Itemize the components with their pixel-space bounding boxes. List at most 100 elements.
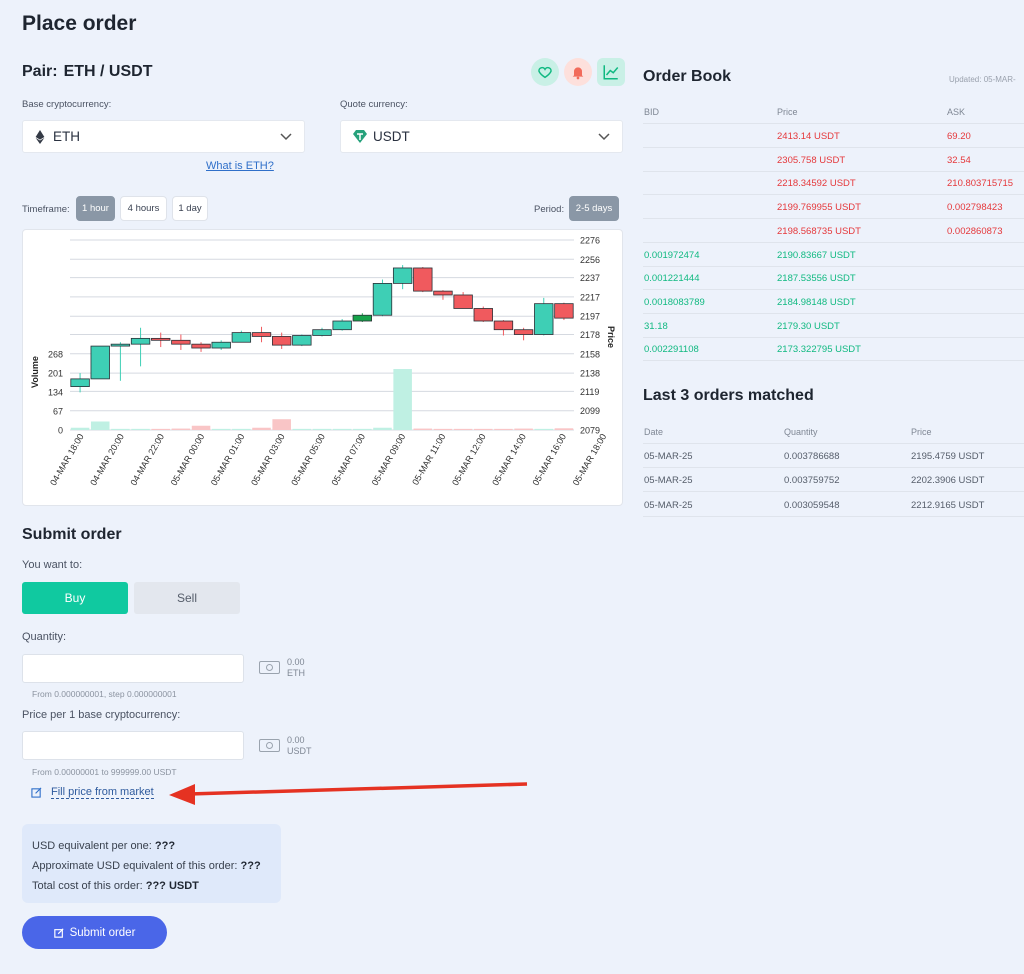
volume-bar	[292, 428, 312, 430]
what-is-eth-link[interactable]: What is ETH?	[206, 160, 274, 172]
want-label: You want to:	[22, 559, 83, 571]
base-currency-select[interactable]: ETH	[22, 120, 305, 153]
chevron-down-icon	[280, 132, 292, 140]
bid-header: BID	[644, 107, 660, 117]
order-book-title: Order Book	[643, 68, 732, 85]
price-axis-title: Price	[606, 326, 616, 348]
order-book-row[interactable]: 2305.758 USDT 32.54	[643, 148, 1024, 172]
candle-body	[332, 320, 352, 331]
candle-body	[171, 339, 191, 345]
price-cell: 2187.53556 USDT	[777, 273, 856, 285]
volume-axis-title: Volume	[30, 356, 40, 388]
price-tick-label: 2138	[580, 369, 600, 379]
price-balance-value: 0.00	[287, 735, 305, 745]
period-label: Period:	[534, 204, 565, 215]
candle-body	[151, 337, 171, 341]
last-order-price: 2212.9165 USDT	[911, 499, 985, 511]
candle-body	[493, 320, 514, 331]
bid-cell: 0.002291108	[644, 344, 699, 356]
candle-body	[392, 267, 413, 284]
last-order-date: 05-MAR-25	[644, 451, 693, 462]
volume-bar	[514, 428, 533, 430]
order-book-row[interactable]: 0.002291108 2173.322795 USDT	[643, 337, 1024, 362]
order-summary: USD equivalent per one: ??? Approximate …	[22, 824, 281, 903]
submit-order-button[interactable]: Submit order	[22, 916, 167, 949]
candle-body	[231, 332, 252, 343]
candle-body	[312, 329, 332, 336]
edit-icon	[31, 787, 42, 798]
order-book-row[interactable]: 2199.769955 USDT 0.002798423	[643, 195, 1024, 220]
x-tick-label: 05-MAR 12:00	[450, 432, 488, 487]
period-select[interactable]: 2-5 days	[569, 196, 619, 221]
price-input[interactable]	[22, 731, 244, 760]
price-chart[interactable]: 2276 2256 2237 2217 2197 2178 2158 2138 2119 2099…	[22, 229, 623, 506]
timeframe-label: Timeframe:	[22, 204, 70, 215]
x-tick-label: 04-MAR 18:00	[48, 432, 86, 487]
last-order-date: 05-MAR-25	[644, 475, 693, 487]
buy-button[interactable]: Buy	[22, 582, 128, 614]
favorite-button[interactable]	[531, 58, 559, 86]
price-tick-label: 2178	[580, 330, 600, 340]
ask-cell: 69.20	[947, 131, 971, 142]
usd-order: Approximate USD equivalent of this order…	[32, 860, 261, 872]
wallet-icon	[259, 739, 280, 752]
volume-bar	[211, 428, 231, 430]
price-tick-label: 2119	[580, 387, 599, 397]
timeframe-1d-button[interactable]: 1 day	[172, 196, 208, 221]
volume-bar	[393, 369, 412, 430]
base-value: ETH	[53, 129, 80, 144]
fill-price-label: Fill price from market	[51, 786, 154, 799]
order-book-row[interactable]: 0.001221444 2187.53556 USDT	[643, 266, 1024, 291]
order-book-row[interactable]: 0.001972474 2190.83667 USDT	[643, 243, 1024, 267]
quote-value: USDT	[373, 129, 410, 144]
submit-icon	[53, 927, 64, 938]
order-book-row[interactable]: 2413.14 USDT 69.20	[643, 124, 1024, 148]
ask-header: ASK	[947, 107, 966, 117]
quote-currency-select[interactable]: USDT	[340, 120, 623, 153]
price-cell: 2218.34592 USDT	[777, 178, 856, 190]
price-tick-label: 2237	[580, 273, 600, 283]
price-cell: 2199.769955 USDT	[777, 202, 861, 214]
order-book-row[interactable]: 31.18 2179.30 USDT	[643, 314, 1024, 338]
bid-cell: 0.001221444	[644, 273, 700, 285]
bid-cell: 0.0018083789	[644, 296, 705, 308]
quantity-label: Quantity:	[22, 631, 67, 643]
alert-button[interactable]	[564, 58, 592, 86]
order-book-row[interactable]: 2218.34592 USDT 210.803715715	[643, 171, 1024, 196]
order-book-row[interactable]: 2198.568735 USDT 0.002860873	[643, 219, 1024, 243]
fill-price-link[interactable]: Fill price from market	[31, 786, 154, 799]
volume-bar	[252, 427, 271, 430]
candle-body	[372, 283, 393, 316]
candle-body	[292, 335, 312, 346]
order-book-row[interactable]: 0.0018083789 2184.98148 USDT	[643, 290, 1024, 314]
quantity-input[interactable]	[22, 654, 244, 683]
timeframe-1h-button[interactable]: 1 hour	[76, 196, 115, 221]
submit-order-label: Submit order	[69, 926, 136, 939]
bell-icon	[572, 67, 584, 80]
volume-bar	[373, 427, 392, 430]
volume-bar	[494, 428, 513, 430]
price-cell: 2173.322795 USDT	[777, 344, 861, 356]
price-header: Price	[777, 107, 798, 117]
x-tick-label: 05-MAR 18:00	[571, 432, 609, 487]
quantity-header: Quantity	[784, 427, 818, 437]
volume-tick-label: 67	[53, 407, 63, 417]
volume-bar	[413, 428, 433, 430]
timeframe-4h-button[interactable]: 4 hours	[120, 196, 167, 221]
candle-body	[534, 303, 554, 335]
last-order-row: 05-MAR-25 0.003059548 2212.9165 USDT	[643, 493, 1024, 517]
candle-body	[211, 341, 231, 349]
volume-tick-label: 201	[48, 369, 63, 379]
volume-bar	[312, 428, 332, 430]
price-hint: From 0.00000001 to 999999.00 USDT	[32, 767, 177, 777]
page-title: Place order	[22, 12, 137, 35]
usd-per-one: USD equivalent per one: ???	[32, 840, 176, 852]
candle-body	[251, 332, 272, 337]
volume-bar	[534, 428, 554, 430]
sell-button[interactable]: Sell	[134, 582, 240, 614]
chart-button[interactable]	[597, 58, 625, 86]
base-label: Base cryptocurrency:	[22, 99, 112, 110]
submit-order-title: Submit order	[22, 526, 122, 543]
ask-cell: 0.002860873	[947, 225, 1003, 237]
candle-body	[90, 345, 110, 380]
